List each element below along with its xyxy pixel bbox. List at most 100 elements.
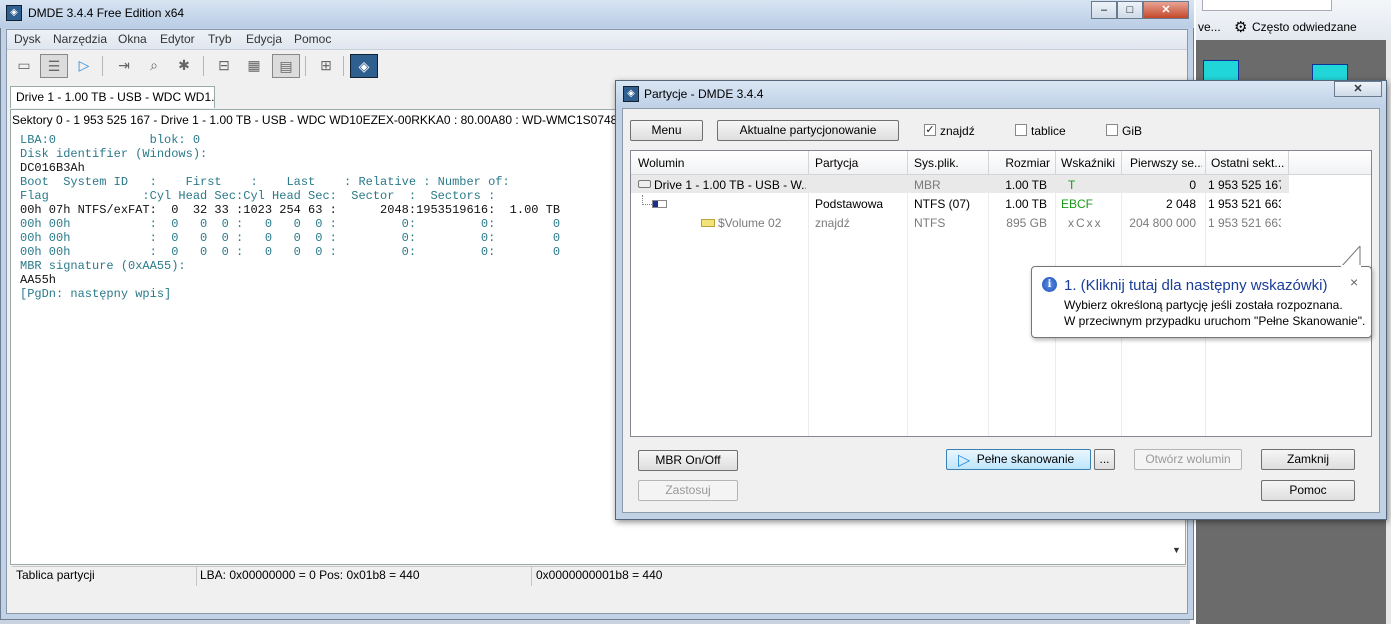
column-size[interactable]: Rozmiar [992, 156, 1050, 170]
checkbox-tables-label: tablice [1031, 124, 1066, 138]
maximize-button[interactable]: □ [1117, 1, 1143, 19]
column-last-sector[interactable]: Ostatni sekt... [1211, 156, 1287, 170]
column-divider [1121, 151, 1122, 174]
dump-line: LBA:0 blok: 0 [20, 133, 201, 147]
column-divider [1288, 151, 1289, 174]
checkbox-found-label: znajdź [940, 124, 975, 138]
play-icon[interactable]: ▷ [70, 54, 98, 78]
row-size: 1.00 TB [1005, 197, 1047, 211]
checkbox-gib[interactable] [1106, 124, 1118, 136]
menu-button[interactable]: Menu [630, 120, 703, 141]
dump-line: MBR signature (0xAA55): [20, 259, 186, 273]
row-flags: T [1068, 178, 1076, 192]
main-title: DMDE 3.4.4 Free Edition x64 [28, 6, 185, 20]
column-divider [1055, 151, 1056, 174]
row-size: 895 GB [1006, 216, 1047, 230]
row-last-sector: 1 953 521 663 [1208, 216, 1281, 230]
row-size: 1.00 TB [1005, 178, 1047, 192]
hint-close-icon[interactable]: × [1350, 274, 1358, 290]
column-partition[interactable]: Partycja [815, 156, 903, 170]
dump-line: Disk identifier (Windows): [20, 147, 208, 161]
help-button[interactable]: Pomoc [1261, 480, 1355, 501]
row-first-sector: 204 800 000 [1129, 216, 1196, 230]
row-volume: $Volume 02 [718, 216, 782, 230]
column-first-sector[interactable]: Pierwszy se... [1130, 156, 1202, 170]
menu-edit[interactable]: Edycja [246, 32, 282, 46]
drive-icon [638, 180, 651, 188]
menu-windows[interactable]: Okna [118, 32, 147, 46]
menu-help[interactable]: Pomoc [294, 32, 331, 46]
row-first-sector: 2 048 [1165, 197, 1196, 211]
sector-header: Sektory 0 - 1 953 525 167 - Drive 1 - 1.… [12, 113, 638, 127]
list-view-icon[interactable]: ☰ [40, 54, 68, 78]
dump-line: 00h 00h : 0 0 0 : 0 0 0 : 0: 0: 0 [20, 245, 561, 259]
minimize-button[interactable]: – [1091, 1, 1117, 19]
scroll-down-arrow[interactable]: ▼ [1168, 545, 1185, 565]
play-icon: ▷ [958, 452, 971, 469]
dump-line: [PgDn: następny wpis] [20, 287, 172, 301]
row-flags: xCxx [1068, 216, 1103, 230]
browser-address-bar[interactable] [1202, 0, 1332, 11]
dump-line: AA55h [20, 273, 57, 287]
checkbox-tables[interactable] [1015, 124, 1027, 136]
status-offset: 0x0000000001b8 = 440 [536, 568, 663, 582]
menu-editor[interactable]: Edytor [160, 32, 195, 46]
row-partition: znajdź [815, 216, 850, 230]
row-flags: EBCF [1061, 197, 1094, 211]
row-last-sector: 1 953 521 663 [1208, 197, 1281, 211]
column-divider [1205, 151, 1206, 174]
info-icon: i [1042, 277, 1057, 292]
bookmark-partial[interactable]: ve... [1198, 20, 1221, 34]
dialog-close-icon[interactable]: ✕ [1334, 81, 1382, 97]
status-position: LBA: 0x00000000 = 0 Pos: 0x01b8 = 440 [200, 568, 420, 582]
dump-line: DC016B3Ah [20, 161, 85, 175]
menu-mode[interactable]: Tryb [208, 32, 232, 46]
grid-view-icon[interactable]: ▤ [272, 54, 300, 78]
current-partitioning-button[interactable]: Aktualne partycjonowanie [717, 120, 899, 141]
structure-icon[interactable]: ⊞ [312, 54, 340, 78]
row-last-sector: 1 953 525 167 [1208, 178, 1281, 192]
tree-icon[interactable]: ⊟ [210, 54, 238, 78]
tab-drive-1[interactable]: Drive 1 - 1.00 TB - USB - WDC WD1... [10, 86, 215, 108]
hint-title[interactable]: 1. (Kliknij tutaj dla następny wskazówki… [1064, 277, 1327, 294]
step-icon[interactable]: ⇥ [110, 54, 138, 78]
drive-icon[interactable]: ▭ [10, 54, 38, 78]
dump-line: 00h 00h : 0 0 0 : 0 0 0 : 0: 0: 0 [20, 217, 561, 231]
menu-tools[interactable]: Narzędzia [53, 32, 107, 46]
checkbox-gib-label: GiB [1122, 124, 1143, 138]
status-divider [531, 566, 532, 586]
open-volume-button[interactable]: Otwórz wolumin [1134, 449, 1242, 470]
column-volume[interactable]: Wolumin [638, 156, 803, 170]
dump-line: Flag :Cyl Head Sec:Cyl Head Sec: Sector … [20, 189, 496, 203]
row-filesystem: MBR [914, 178, 941, 192]
checkbox-found[interactable]: ✓ [924, 124, 936, 136]
column-divider [988, 151, 989, 174]
dialog-title: Partycje - DMDE 3.4.4 [644, 87, 764, 101]
close-button[interactable]: ✕ [1143, 1, 1189, 19]
dump-line: 00h 07h NTFS/exFAT: 0 32 33 :1023 254 63… [20, 203, 561, 217]
hint-line-1: Wybierz określoną partycję jeśli została… [1064, 298, 1343, 312]
bookmark-most-visited[interactable]: Często odwiedzane [1252, 20, 1357, 34]
column-filesystem[interactable]: Sys.plik. [914, 156, 984, 170]
column-flags[interactable]: Wskaźniki [1061, 156, 1121, 170]
toolbar-separator [102, 56, 103, 76]
menu-disk[interactable]: Dysk [14, 32, 41, 46]
partitions-icon[interactable]: ◈ [350, 54, 378, 78]
mbr-toggle-button[interactable]: MBR On/Off [638, 450, 738, 471]
toolbar-separator [305, 56, 306, 76]
dump-line: Boot System ID : First : Last : Relative… [20, 175, 510, 189]
search-icon[interactable]: ⌕ [140, 54, 168, 78]
row-filesystem: NTFS [914, 216, 946, 230]
app-icon: ◈ [6, 5, 22, 21]
table-icon[interactable]: ▦ [240, 54, 268, 78]
dump-line: 00h 00h : 0 0 0 : 0 0 0 : 0: 0: 0 [20, 231, 561, 245]
apply-button[interactable]: Zastosuj [638, 480, 738, 501]
close-dialog-button[interactable]: Zamknij [1261, 449, 1355, 470]
toolbar-separator [343, 56, 344, 76]
app-icon: ◈ [623, 86, 639, 102]
new-page-icon[interactable]: ✱ [170, 54, 198, 78]
row-first-sector: 0 [1189, 178, 1196, 192]
hint-line-2: W przeciwnym przypadku uruchom "Pełne Sk… [1064, 314, 1366, 328]
more-options-button[interactable]: ... [1094, 449, 1115, 470]
status-section: Tablica partycji [16, 568, 95, 582]
